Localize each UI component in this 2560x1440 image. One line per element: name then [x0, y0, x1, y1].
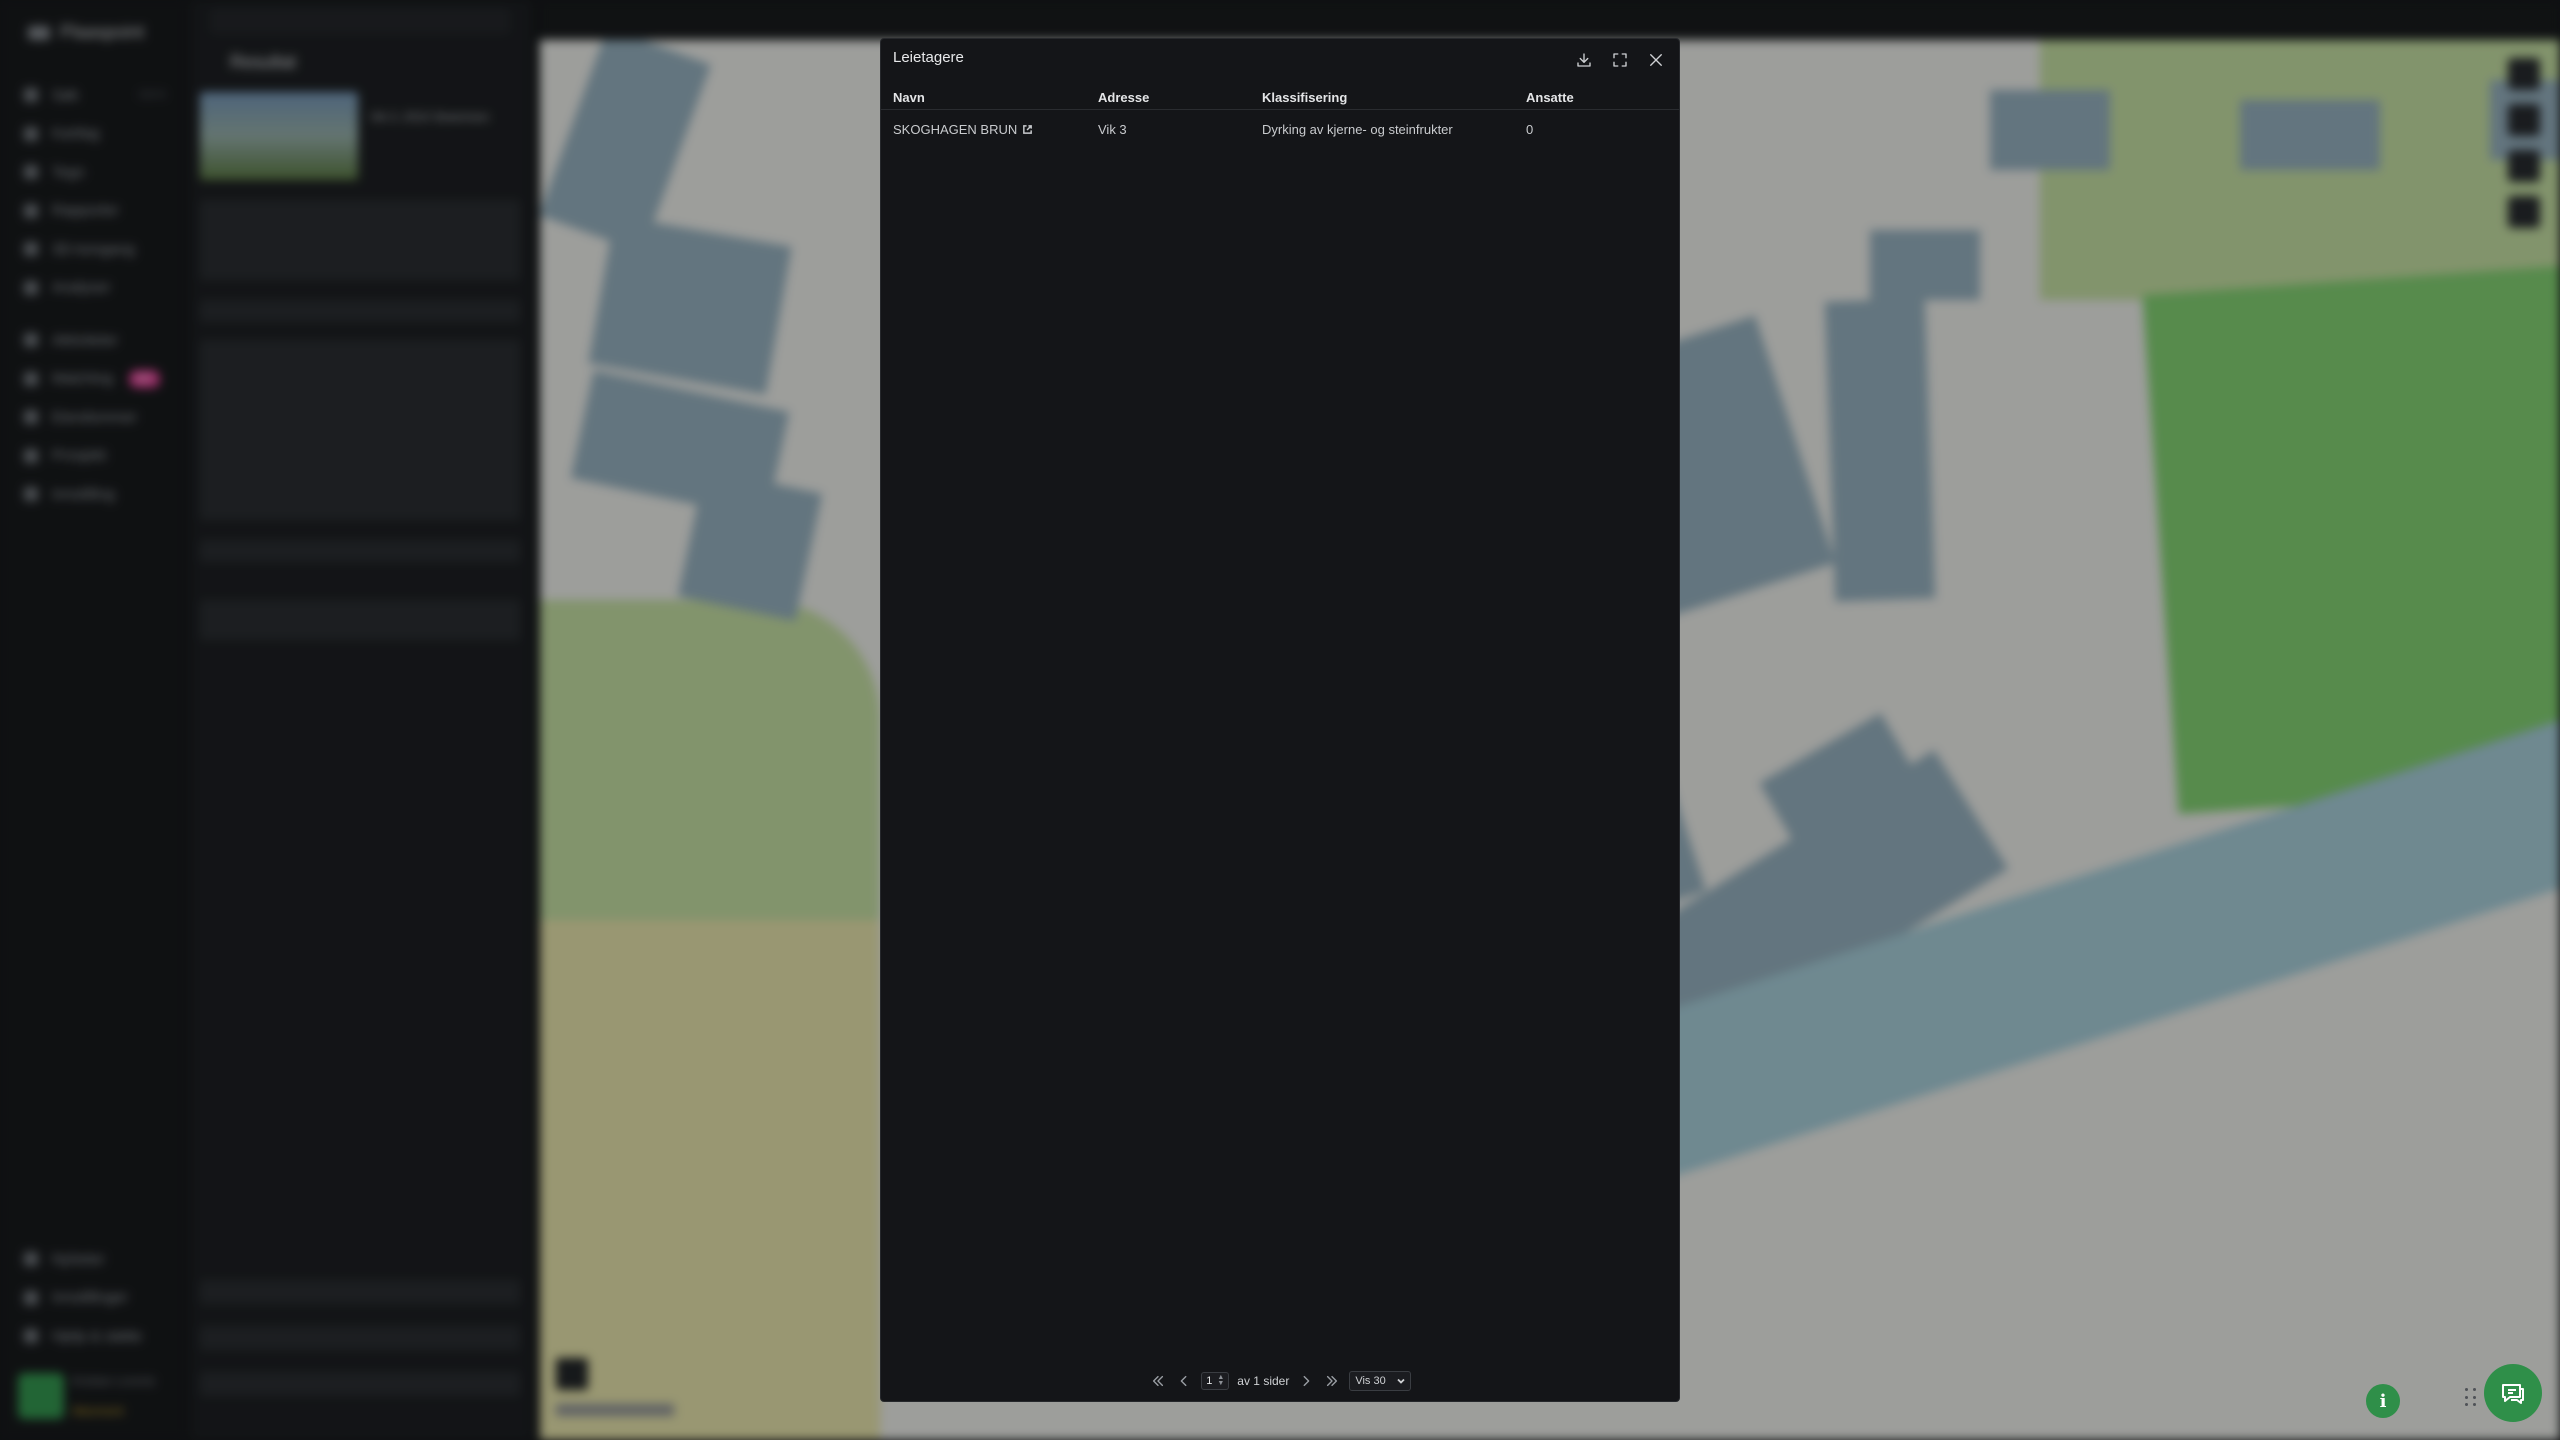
chevrons-left-icon [1153, 1375, 1164, 1387]
chevrons-right-icon [1327, 1375, 1338, 1387]
column-header-address[interactable]: Adresse [1086, 85, 1250, 110]
first-page-button[interactable] [1149, 1372, 1167, 1390]
download-button[interactable] [1571, 47, 1597, 73]
last-page-button[interactable] [1323, 1372, 1341, 1390]
page-count-text: av 1 sider [1237, 1374, 1290, 1388]
fullscreen-button[interactable] [1607, 47, 1633, 73]
chat-button[interactable] [2484, 1364, 2542, 1422]
chevron-down-icon [1397, 1378, 1405, 1384]
chevron-left-icon [1180, 1375, 1187, 1387]
modal-title: Leietagere [893, 49, 964, 66]
column-header-classification[interactable]: Klassifisering [1250, 85, 1514, 110]
tenant-classification: Dyrking av kjerne- og steinfrukter [1262, 121, 1453, 137]
page-number-input[interactable]: 1 ▲ ▼ [1201, 1372, 1230, 1390]
info-button[interactable]: i [2366, 1384, 2400, 1418]
close-button[interactable] [1643, 47, 1669, 73]
external-link-icon[interactable] [1017, 122, 1033, 137]
pagination: 1 ▲ ▼ av 1 sider Vis 30 [881, 1369, 1679, 1393]
column-header-name[interactable]: Navn [881, 85, 1086, 110]
page-number-value: 1 [1206, 1375, 1213, 1387]
page-size-select[interactable]: Vis 30 [1349, 1371, 1411, 1391]
tenants-table: Navn Adresse Klassifisering Ansatte SKOG… [881, 85, 1679, 148]
table-row[interactable]: SKOGHAGEN BRUN Vik 3 Dyrking av kjerne- … [881, 110, 1679, 149]
stepper-arrows-icon[interactable]: ▲ ▼ [1217, 1374, 1224, 1387]
prev-page-button[interactable] [1175, 1372, 1193, 1390]
drag-handle-icon[interactable] [2465, 1388, 2477, 1408]
tenant-employees: 0 [1526, 121, 1534, 137]
tenant-address: Vik 3 [1098, 121, 1127, 137]
tenant-name[interactable]: SKOGHAGEN BRUN [893, 122, 1017, 137]
column-header-employees[interactable]: Ansatte [1514, 85, 1679, 110]
info-icon: i [2379, 1390, 2387, 1412]
download-icon [1577, 53, 1591, 67]
close-icon [1650, 54, 1662, 66]
chat-icon [2502, 1384, 2524, 1404]
tenants-modal: Leietagere Navn Adresse Klassifisering A… [880, 38, 1680, 1402]
tenant-name-cell[interactable]: SKOGHAGEN BRUN [881, 110, 1086, 149]
next-page-button[interactable] [1297, 1372, 1315, 1390]
table-header-row: Navn Adresse Klassifisering Ansatte [881, 85, 1679, 110]
page-size-value: Vis 30 [1355, 1375, 1386, 1387]
chevron-right-icon [1303, 1375, 1310, 1387]
expand-icon [1613, 53, 1627, 67]
modal-actions [1571, 47, 1669, 73]
